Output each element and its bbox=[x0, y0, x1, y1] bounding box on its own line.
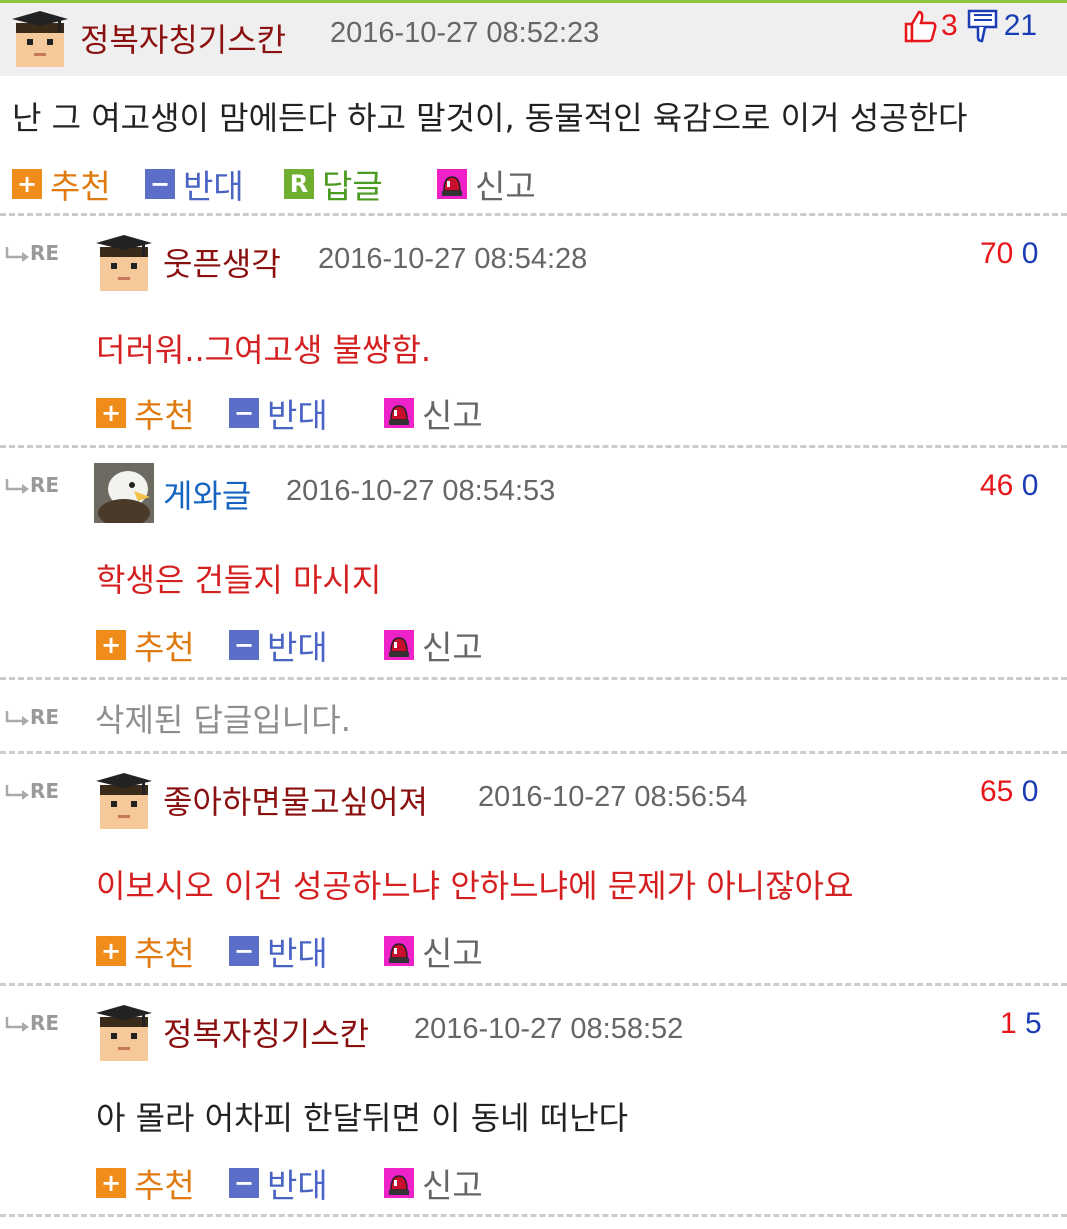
comment-date: 2016-10-27 08:54:53 bbox=[286, 475, 556, 507]
comment-nickname[interactable]: 좋아하면물고싶어져 bbox=[163, 777, 428, 823]
divider bbox=[0, 213, 1067, 216]
divider bbox=[0, 445, 1067, 448]
oppose-button[interactable]: − 반대 bbox=[229, 927, 328, 975]
avatar[interactable] bbox=[96, 771, 152, 831]
upvote-count: 65 bbox=[980, 775, 1014, 808]
comment-date: 2016-10-27 08:58:52 bbox=[414, 1013, 684, 1045]
upvote-count: 70 bbox=[980, 237, 1014, 270]
reply-arrow-icon bbox=[4, 1016, 30, 1034]
oppose-label: 반대 bbox=[183, 167, 244, 206]
downvote-count: 0 bbox=[1021, 469, 1039, 502]
downvote-count: 0 bbox=[1021, 237, 1039, 270]
report-button[interactable]: 신고 bbox=[384, 927, 483, 975]
downvote-count: 0 bbox=[1021, 775, 1039, 808]
comment-date: 2016-10-27 08:56:54 bbox=[478, 781, 748, 813]
downvote-count: 21 bbox=[1003, 9, 1038, 42]
report-button[interactable]: 신고 bbox=[384, 389, 483, 437]
plus-icon: + bbox=[12, 169, 42, 199]
minus-icon: − bbox=[229, 398, 259, 428]
comment: RE 게와글 2016-10-27 08:54:53 46 0 학생은 건들지 … bbox=[0, 449, 1067, 679]
divider bbox=[0, 1214, 1067, 1217]
minus-icon: − bbox=[229, 936, 259, 966]
comment-nickname[interactable]: 정복자칭기스칸 bbox=[163, 1009, 369, 1055]
post-header: 정복자칭기스칸 2016-10-27 08:52:23 3 21 bbox=[0, 3, 1067, 76]
downvote-count: 5 bbox=[1025, 1007, 1042, 1040]
comment: RE 웃픈생각 2016-10-27 08:54:28 70 0 더러워..그여… bbox=[0, 217, 1067, 447]
upvote-count: 46 bbox=[980, 469, 1014, 502]
divider bbox=[0, 677, 1067, 680]
comment-body: 학생은 건들지 마시지 bbox=[96, 561, 382, 599]
siren-icon bbox=[384, 630, 414, 660]
avatar[interactable] bbox=[96, 233, 152, 293]
post-body: 난 그 여고생이 맘에든다 하고 말것이, 동물적인 육감으로 이거 성공한다 bbox=[12, 99, 968, 137]
reply-arrow-icon bbox=[4, 784, 30, 802]
report-button[interactable]: 신고 bbox=[384, 621, 483, 669]
divider bbox=[0, 983, 1067, 986]
comment-actions: + 추천 − 반대 신고 bbox=[96, 927, 516, 973]
upvote-count: 3 bbox=[941, 9, 958, 42]
deleted-comment: RE 삭제된 답글입니다. bbox=[0, 681, 1067, 751]
comment: RE 좋아하면물고싶어져 2016-10-27 08:56:54 65 0 이보… bbox=[0, 755, 1067, 985]
comment: RE 정복자칭기스칸 2016-10-27 08:58:52 1 5 아 몰라 … bbox=[0, 987, 1067, 1217]
thumbs-down-icon[interactable] bbox=[966, 9, 1002, 43]
reply-arrow-icon bbox=[4, 246, 30, 264]
reply-label: 답글 bbox=[322, 167, 383, 206]
comment-actions: + 추천 − 반대 신고 bbox=[96, 1159, 516, 1205]
recommend-label: 추천 bbox=[50, 167, 111, 206]
comment-actions: + 추천 − 반대 신고 bbox=[96, 621, 516, 667]
oppose-button[interactable]: − 반대 bbox=[229, 1159, 328, 1207]
comment-date: 2016-10-27 08:54:28 bbox=[318, 243, 588, 275]
post-actions: + 추천 − 반대 R 답글 신고 bbox=[12, 160, 572, 206]
comment-nickname[interactable]: 게와글 bbox=[163, 471, 251, 517]
minus-icon: − bbox=[145, 169, 175, 199]
report-button[interactable]: 신고 bbox=[384, 1159, 483, 1207]
siren-icon bbox=[384, 398, 414, 428]
plus-icon: + bbox=[96, 1168, 126, 1198]
oppose-button[interactable]: − 반대 bbox=[229, 621, 328, 669]
comment-body: 이보시오 이건 성공하느냐 안하느냐에 문제가 아니잖아요 bbox=[96, 867, 854, 905]
comment-actions: + 추천 − 반대 신고 bbox=[96, 389, 516, 435]
reply-arrow-icon bbox=[4, 710, 30, 728]
avatar[interactable] bbox=[96, 1003, 152, 1063]
report-label: 신고 bbox=[475, 167, 536, 206]
report-button[interactable]: 신고 bbox=[437, 160, 536, 208]
reply-marker: RE bbox=[4, 779, 59, 803]
oppose-button[interactable]: − 반대 bbox=[229, 389, 328, 437]
recommend-button[interactable]: + 추천 bbox=[96, 927, 195, 975]
recommend-button[interactable]: + 추천 bbox=[96, 389, 195, 437]
reply-marker: RE bbox=[4, 705, 59, 729]
reply-marker: RE bbox=[4, 1011, 59, 1035]
reply-arrow-icon bbox=[4, 478, 30, 496]
plus-icon: + bbox=[96, 630, 126, 660]
plus-icon: + bbox=[96, 398, 126, 428]
oppose-button[interactable]: − 반대 bbox=[145, 160, 244, 208]
comment-body: 더러워..그여고생 불쌍함. bbox=[96, 331, 432, 369]
recommend-button[interactable]: + 추천 bbox=[96, 1159, 195, 1207]
reply-marker: RE bbox=[4, 241, 59, 265]
divider bbox=[0, 751, 1067, 754]
reply-icon: R bbox=[284, 169, 314, 199]
minus-icon: − bbox=[229, 1168, 259, 1198]
deleted-notice: 삭제된 답글입니다. bbox=[95, 701, 351, 739]
thumbs-up-icon[interactable] bbox=[903, 9, 939, 43]
minus-icon: − bbox=[229, 630, 259, 660]
avatar[interactable] bbox=[94, 463, 154, 523]
plus-icon: + bbox=[96, 936, 126, 966]
comment-body: 아 몰라 어차피 한달뒤면 이 동네 떠난다 bbox=[96, 1099, 629, 1137]
siren-icon bbox=[384, 1168, 414, 1198]
siren-icon bbox=[437, 169, 467, 199]
comment-nickname[interactable]: 웃픈생각 bbox=[163, 239, 281, 285]
recommend-button[interactable]: + 추천 bbox=[96, 621, 195, 669]
upvote-count: 1 bbox=[1000, 1007, 1017, 1040]
reply-marker: RE bbox=[4, 473, 59, 497]
avatar[interactable] bbox=[12, 9, 68, 69]
reply-button[interactable]: R 답글 bbox=[284, 160, 383, 208]
post-date: 2016-10-27 08:52:23 bbox=[330, 17, 600, 49]
recommend-button[interactable]: + 추천 bbox=[12, 160, 111, 208]
author-nickname[interactable]: 정복자칭기스칸 bbox=[80, 15, 286, 61]
siren-icon bbox=[384, 936, 414, 966]
